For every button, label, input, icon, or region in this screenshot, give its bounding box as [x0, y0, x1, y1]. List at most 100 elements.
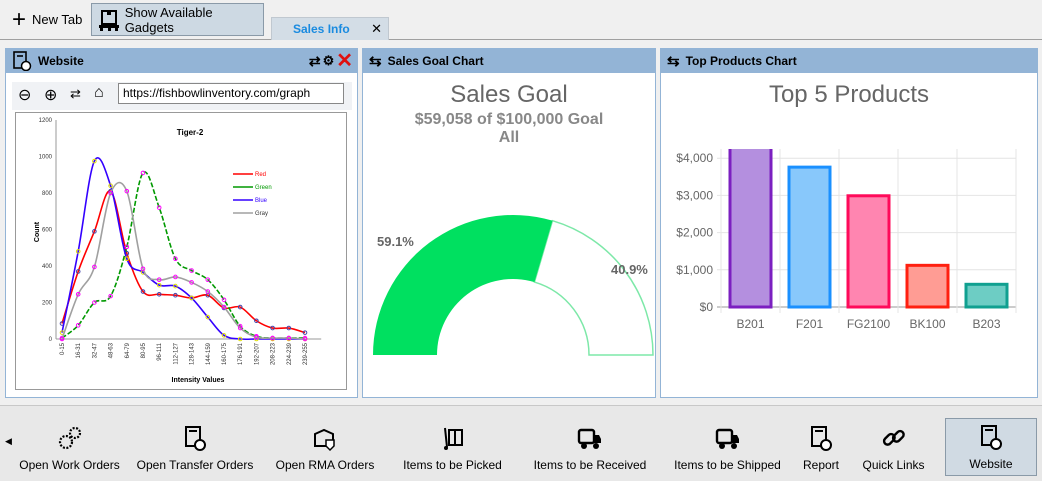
- truck-out-icon: [715, 428, 739, 449]
- new-tab-label: New Tab: [32, 12, 83, 27]
- top-products-header[interactable]: ⇆ Top Products Chart: [661, 49, 1037, 73]
- sales-goal-panel: ⇆ Sales Goal Chart Sales Goal $59,058 of…: [362, 48, 656, 398]
- tool-open-rma-orders[interactable]: Open RMA Orders: [270, 414, 380, 476]
- bar-bk100[interactable]: [905, 263, 950, 309]
- settings-icon[interactable]: ⚙: [323, 53, 335, 69]
- website-icon: [981, 425, 1002, 450]
- x-tick-label: 64-79: [125, 342, 131, 358]
- x-tick-label: BK100: [909, 317, 945, 331]
- document-arrow-icon: [185, 426, 206, 451]
- back-icon[interactable]: ⊖: [18, 85, 31, 105]
- pallet-box-icon: [99, 9, 119, 31]
- tool-label: Quick Links: [862, 458, 925, 472]
- sales-goal-titles: Sales Goal $59,058 of $100,000 Goal All: [363, 81, 655, 147]
- scroll-left-icon[interactable]: ◀: [5, 436, 12, 447]
- tool-quick-links[interactable]: Quick Links: [856, 414, 931, 476]
- tool-website[interactable]: Website: [945, 418, 1037, 476]
- website-icon: [13, 51, 32, 71]
- x-tick-label: B201: [736, 317, 764, 331]
- legend-label: Blue: [255, 198, 268, 204]
- graph-title: Tiger-2: [177, 128, 204, 137]
- tool-label: Items to be Picked: [403, 458, 502, 472]
- show-gadgets-button[interactable]: Show Available Gadgets: [91, 3, 264, 36]
- bar-f201[interactable]: [787, 165, 832, 309]
- close-icon[interactable]: ✕: [336, 51, 353, 71]
- plus-icon: +: [12, 5, 27, 33]
- x-tick-label: 176-191: [238, 342, 244, 365]
- tool-open-transfer-orders[interactable]: Open Transfer Orders: [133, 414, 257, 476]
- panel-title: Top Products Chart: [685, 54, 797, 68]
- top-toolbar: + New Tab Show Available Gadgets Sales I…: [0, 0, 1042, 40]
- y-tick-label: 200: [42, 301, 53, 307]
- x-tick-label: 144-159: [206, 342, 212, 365]
- report-icon: [811, 426, 832, 451]
- y-tick-label: 600: [42, 228, 53, 234]
- top-products-panel: ⇆ Top Products Chart Top 5 Products $0 $1…: [660, 48, 1038, 398]
- tool-items-to-be-received[interactable]: Items to be Received: [525, 414, 655, 476]
- bar-b203[interactable]: [964, 282, 1009, 309]
- y-tick-label: $0: [700, 300, 714, 314]
- y-tick-label: $3,000: [676, 188, 713, 202]
- x-tick-label: FG2100: [847, 317, 891, 331]
- tool-label: Report: [802, 458, 840, 472]
- x-tick-label: 0-15: [60, 342, 66, 355]
- truck-in-icon: [577, 428, 601, 449]
- y-tick-label: 400: [42, 264, 53, 270]
- sales-goal-subtitle: $59,058 of $100,000 Goal: [414, 111, 604, 128]
- x-tick-label: 160-175: [222, 342, 228, 365]
- x-tick-label: 32-47: [92, 342, 98, 358]
- website-panel-header[interactable]: Website ⇄ ⚙ ✕: [6, 49, 357, 73]
- x-tick-label: 224-239: [287, 342, 293, 365]
- y-tick-label: $4,000: [676, 151, 713, 165]
- y-tick-label: 1200: [39, 118, 53, 124]
- gauge-remaining-segment: [533, 219, 654, 356]
- remaining-label: 40.9%: [611, 262, 648, 277]
- hand-truck-icon: [443, 427, 463, 450]
- tool-items-to-be-picked[interactable]: Items to be Picked: [395, 414, 510, 476]
- sales-goal-gauge: 59.1% 40.9%: [373, 215, 654, 356]
- sales-goal-header[interactable]: ⇆ Sales Goal Chart: [363, 49, 655, 73]
- home-icon[interactable]: ⌂: [94, 84, 104, 102]
- legend-label: Gray: [255, 211, 268, 217]
- tool-items-to-be-shipped[interactable]: Items to be Shipped: [665, 414, 790, 476]
- legend-label: Green: [255, 185, 272, 191]
- x-tick-label: B203: [972, 317, 1000, 331]
- y-tick-label: $1,000: [676, 263, 713, 277]
- x-tick-label: 48-63: [109, 342, 115, 358]
- x-tick-label: 208-223: [271, 342, 277, 365]
- tool-label: Open RMA Orders: [275, 458, 375, 472]
- y-tick-label: $2,000: [676, 226, 713, 240]
- refresh-icon[interactable]: ⇄: [309, 53, 321, 70]
- y-tick-label: 1000: [39, 155, 53, 161]
- forward-icon[interactable]: ⊕: [44, 85, 57, 105]
- gears-icon: [58, 426, 81, 450]
- box-shield-icon: [314, 428, 335, 452]
- x-tick-label: 112-127: [173, 342, 179, 364]
- x-tick-label: 96-111: [157, 342, 163, 360]
- bar-fg2100[interactable]: [846, 194, 891, 309]
- tool-open-work-orders[interactable]: Open Work Orders: [18, 414, 121, 476]
- tool-report[interactable]: Report: [797, 414, 845, 476]
- panel-title: Sales Goal Chart: [387, 54, 484, 68]
- tab-sales-info[interactable]: Sales Info ✕: [271, 17, 389, 40]
- close-tab-icon[interactable]: ✕: [371, 21, 382, 37]
- x-tick-label: 239-255: [303, 342, 309, 365]
- tool-label: Website: [969, 457, 1013, 471]
- graph-ylabel: Count: [34, 221, 41, 242]
- sales-goal-filter: All: [498, 129, 520, 146]
- tool-label: Items to be Shipped: [674, 458, 781, 472]
- x-tick-label: 192-207: [254, 342, 260, 365]
- top-products-title: Top 5 Products: [768, 81, 930, 108]
- x-tick-label: F201: [796, 317, 824, 331]
- legend-label: Red: [255, 172, 266, 178]
- x-tick-label: 16-31: [76, 342, 82, 358]
- bar-b201[interactable]: [728, 149, 773, 309]
- achieved-label: 59.1%: [377, 234, 414, 249]
- reload-icon[interactable]: ⇄: [70, 86, 81, 102]
- link-icon: [882, 429, 905, 446]
- url-input[interactable]: https://fishbowlinventory.com/graph: [118, 83, 344, 104]
- top-products-chart: $0$1,000$2,000$3,000$4,000$5,000B201F201…: [676, 149, 1017, 331]
- tool-label: Open Work Orders: [19, 458, 120, 472]
- transfer-arrows-icon: ⇆: [369, 53, 382, 70]
- new-tab-button[interactable]: + New Tab: [6, 3, 88, 36]
